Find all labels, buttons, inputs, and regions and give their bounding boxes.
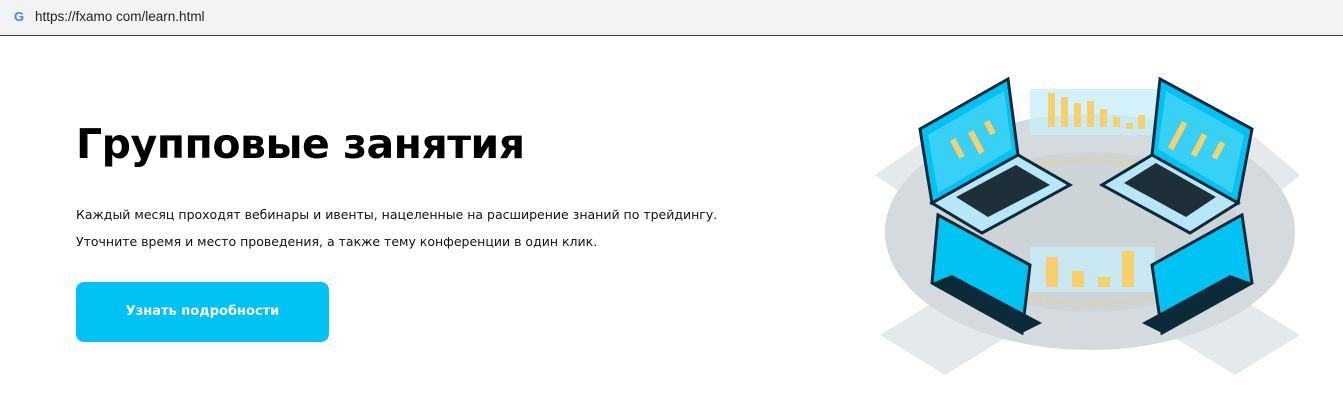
description-line-1: Каждый месяц проходят вебинары и ивенты,… [76,207,718,222]
laptops-illustration [875,76,1300,375]
google-icon: G [13,9,25,24]
description-line-2: Уточните время и место проведения, а так… [76,234,598,249]
page-title: Групповые занятия [76,120,525,168]
learn-more-button[interactable]: Узнать подробности [76,282,329,342]
url-text[interactable]: https://fxamo com/learn.html [35,9,205,24]
browser-address-bar[interactable]: G https://fxamo com/learn.html [0,0,1343,36]
